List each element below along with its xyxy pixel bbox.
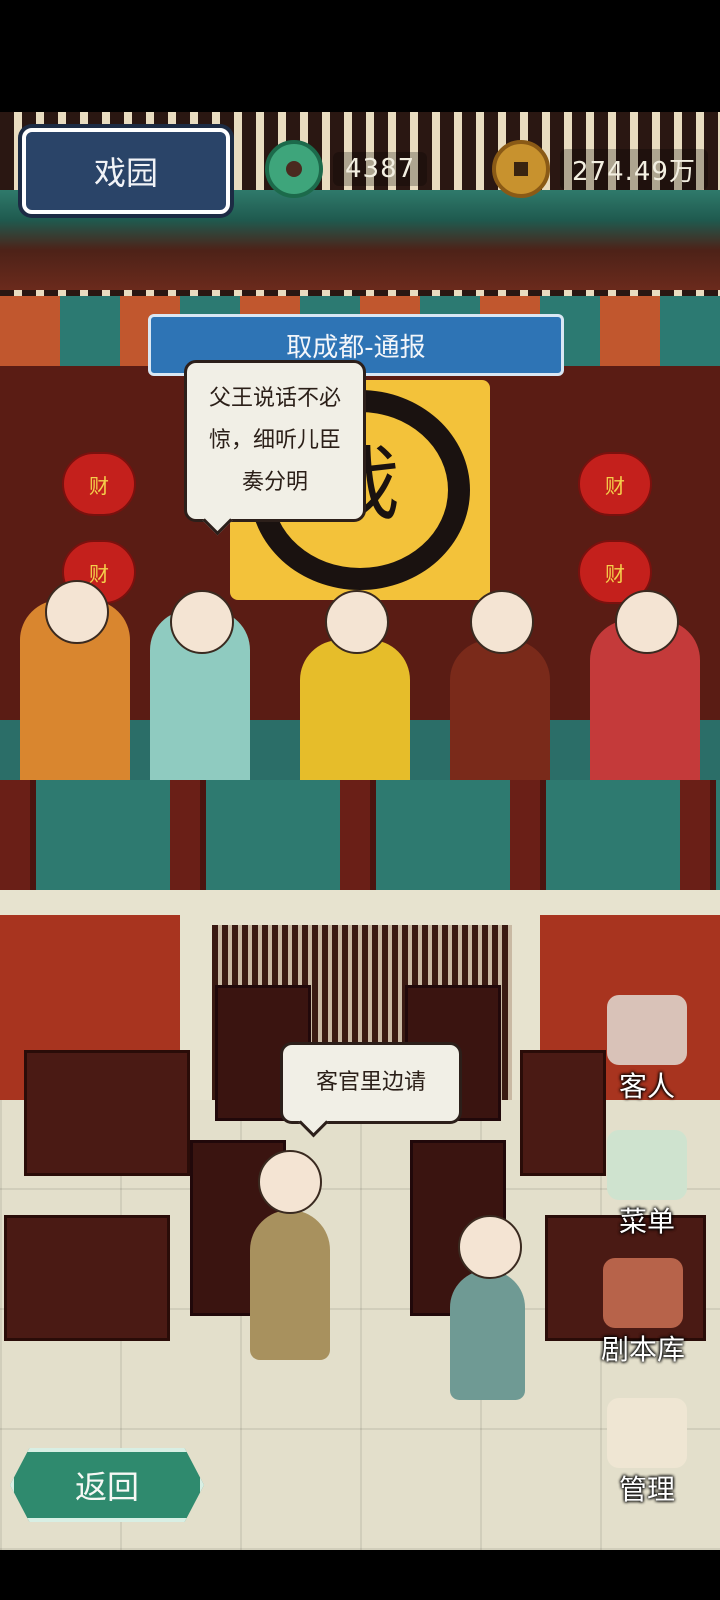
script-library-label: 剧本库 [600, 1333, 685, 1366]
actor-speech-bubble: 父王说话不必惊，细听儿臣奏分明 [184, 360, 366, 536]
lantern-left: 财 [62, 452, 136, 516]
coin-counter: 274.49万 [492, 140, 708, 198]
lantern-right: 财 [578, 452, 652, 516]
back-button[interactable]: 返回 [10, 1448, 204, 1522]
manage-label: 管理 [618, 1473, 675, 1506]
manage-button[interactable]: 管理 [592, 1398, 702, 1508]
menu-button[interactable]: 菜单 [592, 1130, 702, 1240]
jade-icon [265, 140, 323, 198]
actor-official-head [325, 590, 389, 654]
waiter-dialogue: 客官里边请 [315, 1070, 426, 1095]
guests-button[interactable]: 客人 [592, 995, 702, 1105]
waiter[interactable] [250, 1210, 330, 1360]
jade-counter: 4387 [265, 140, 428, 198]
tea-table[interactable] [4, 1215, 170, 1341]
actor-dialogue: 父王说话不必惊，细听儿臣奏分明 [208, 386, 341, 495]
manage-icon [607, 1398, 687, 1468]
coin-icon [492, 140, 550, 198]
actor-minister-head [470, 590, 534, 654]
menu-label: 菜单 [618, 1205, 675, 1238]
waiter-head [258, 1150, 322, 1214]
actor-minister[interactable] [450, 640, 550, 800]
guest-villager-head [458, 1215, 522, 1279]
menu-icon [607, 1130, 687, 1200]
location-sign: 戏园 [22, 128, 230, 214]
actor-general-head [45, 580, 109, 644]
back-label: 返回 [74, 1468, 139, 1506]
actor-princess-head [615, 590, 679, 654]
actor-official[interactable] [300, 640, 410, 800]
coin-count: 274.49万 [560, 148, 708, 190]
script-library-icon [603, 1258, 683, 1328]
tea-table[interactable] [24, 1050, 190, 1176]
guests-icon [607, 995, 687, 1065]
guests-label: 客人 [618, 1070, 675, 1103]
actor-scholar-head [170, 590, 234, 654]
jade-count: 4387 [333, 152, 428, 186]
waiter-speech-bubble: 客官里边请 [280, 1042, 462, 1138]
guest-villager[interactable] [450, 1270, 525, 1400]
location-label: 戏园 [93, 154, 158, 192]
script-library-button[interactable]: 剧本库 [588, 1258, 698, 1368]
stage-railing [0, 780, 720, 890]
play-title: 取成都-通报 [286, 332, 426, 363]
